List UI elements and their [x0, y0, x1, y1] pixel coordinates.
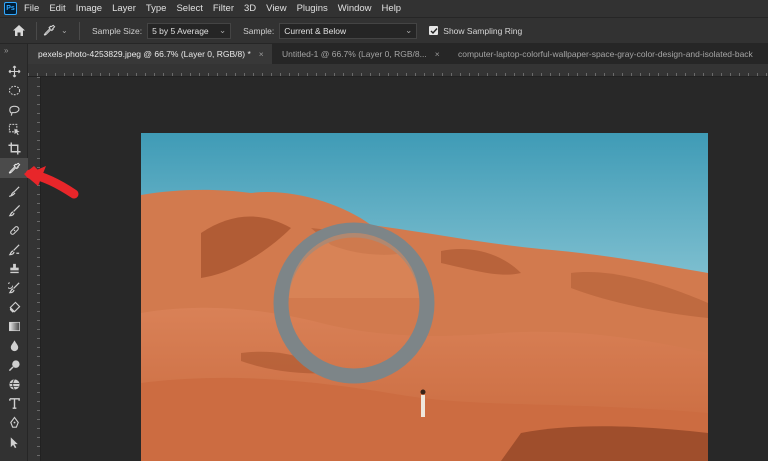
menu-type[interactable]: Type [146, 3, 167, 14]
drop-icon [10, 340, 18, 352]
tab-document-3[interactable]: computer-laptop-colorful-wallpaper-space… [448, 44, 768, 64]
marquee-tool[interactable] [0, 81, 28, 100]
menu-filter[interactable]: Filter [213, 3, 234, 14]
show-sampling-ring-label[interactable]: Show Sampling Ring [443, 26, 522, 36]
ellipse-marquee-icon [8, 86, 20, 96]
show-sampling-ring-checkbox[interactable] [429, 26, 439, 35]
clone-stamp-tool[interactable] [0, 220, 28, 239]
separator [36, 21, 37, 40]
separator [79, 21, 80, 40]
vertical-ruler[interactable] [28, 77, 41, 461]
chevron-down-icon: ⌄ [61, 26, 68, 35]
healing-icon [9, 225, 19, 235]
close-icon[interactable]: × [259, 49, 264, 59]
lasso-tool[interactable] [0, 101, 28, 120]
menu-layer[interactable]: Layer [112, 3, 136, 14]
toolbar [0, 62, 28, 452]
history-brush-icon [7, 282, 20, 294]
globe-icon [8, 379, 20, 390]
pen-icon [9, 416, 19, 429]
home-button[interactable] [8, 21, 30, 41]
crop-icon [7, 142, 21, 155]
home-icon [13, 25, 25, 36]
pen-tool[interactable] [0, 413, 28, 432]
tab-label: pexels-photo-4253829.jpeg @ 66.7% (Layer… [38, 49, 251, 59]
sample-size-label: Sample Size: [92, 25, 143, 36]
menu-edit[interactable]: Edit [49, 3, 65, 14]
desert-photo [141, 133, 708, 461]
path-select-tool[interactable] [0, 433, 28, 452]
eraser-tool[interactable] [0, 298, 28, 317]
sample-label: Sample: [243, 25, 275, 36]
menu-image[interactable]: Image [76, 3, 102, 14]
cursor-icon [10, 437, 18, 448]
menu-window[interactable]: Window [338, 3, 372, 14]
eraser-icon [9, 301, 20, 313]
tool-preset-picker[interactable]: ⌄ [43, 24, 73, 37]
tab-label: computer-laptop-colorful-wallpaper-space… [458, 49, 753, 59]
horizontal-ruler[interactable] [28, 64, 768, 77]
menu-view[interactable]: View [266, 3, 286, 14]
clone-stamp-icon [9, 263, 19, 274]
brush-swap-icon [8, 244, 20, 256]
move-tool[interactable] [0, 62, 28, 81]
photoshop-logo[interactable]: Ps [4, 2, 17, 15]
sample-select[interactable]: Current & Below ⌄ [279, 22, 418, 39]
menu-file[interactable]: File [24, 3, 39, 14]
document-tab-bar: pexels-photo-4253829.jpeg @ 66.7% (Layer… [28, 44, 768, 64]
menu-select[interactable]: Select [176, 3, 202, 14]
sample-size-select[interactable]: 5 by 5 Average ⌄ [147, 22, 232, 39]
sample-size-value: 5 by 5 Average [152, 25, 209, 36]
eyedropper-icon [43, 24, 56, 36]
close-icon[interactable]: × [435, 49, 440, 59]
healing-brush-icon [8, 186, 20, 197]
crop-tool[interactable] [0, 139, 28, 158]
gradient-tool[interactable] [0, 317, 28, 336]
brush-icon [8, 205, 20, 217]
stamp-tool[interactable] [0, 259, 28, 278]
lasso-icon [8, 105, 19, 116]
history-brush-tool[interactable] [0, 240, 28, 259]
red-arrow-annotation [24, 166, 79, 199]
menu-3d[interactable]: 3D [244, 3, 256, 14]
collapse-panel-icon[interactable]: » [4, 46, 8, 55]
chevron-down-icon: ⌄ [405, 25, 413, 35]
dodge-tool[interactable] [0, 355, 28, 374]
checkmark-icon [430, 27, 438, 34]
menu-plugins[interactable]: Plugins [297, 3, 328, 14]
move-icon [8, 65, 20, 78]
object-select-tool[interactable] [0, 120, 28, 139]
menu-help[interactable]: Help [382, 3, 402, 14]
tab-document-1[interactable]: pexels-photo-4253829.jpeg @ 66.7% (Layer… [28, 44, 272, 64]
history-tool[interactable] [0, 278, 28, 297]
object-select-icon [8, 123, 20, 136]
tab-label: Untitled-1 @ 66.7% (Layer 0, RGB/8... [282, 49, 427, 59]
blur-tool[interactable] [0, 336, 28, 355]
document-canvas-image[interactable] [141, 133, 708, 461]
chevron-down-icon: ⌄ [218, 25, 227, 35]
dodge-icon [8, 359, 20, 371]
sponge-tool[interactable] [0, 375, 28, 394]
sample-value: Current & Below [284, 25, 347, 36]
tab-document-2[interactable]: Untitled-1 @ 66.7% (Layer 0, RGB/8... × [272, 44, 448, 64]
gradient-icon [8, 321, 20, 332]
type-icon [8, 398, 20, 410]
eyedropper-icon [8, 162, 20, 174]
type-tool[interactable] [0, 394, 28, 413]
menu-bar: Ps File Edit Image Layer Type Select Fil… [0, 0, 768, 17]
options-bar: ⌄ Sample Size: 5 by 5 Average ⌄ Sample: … [0, 17, 768, 44]
